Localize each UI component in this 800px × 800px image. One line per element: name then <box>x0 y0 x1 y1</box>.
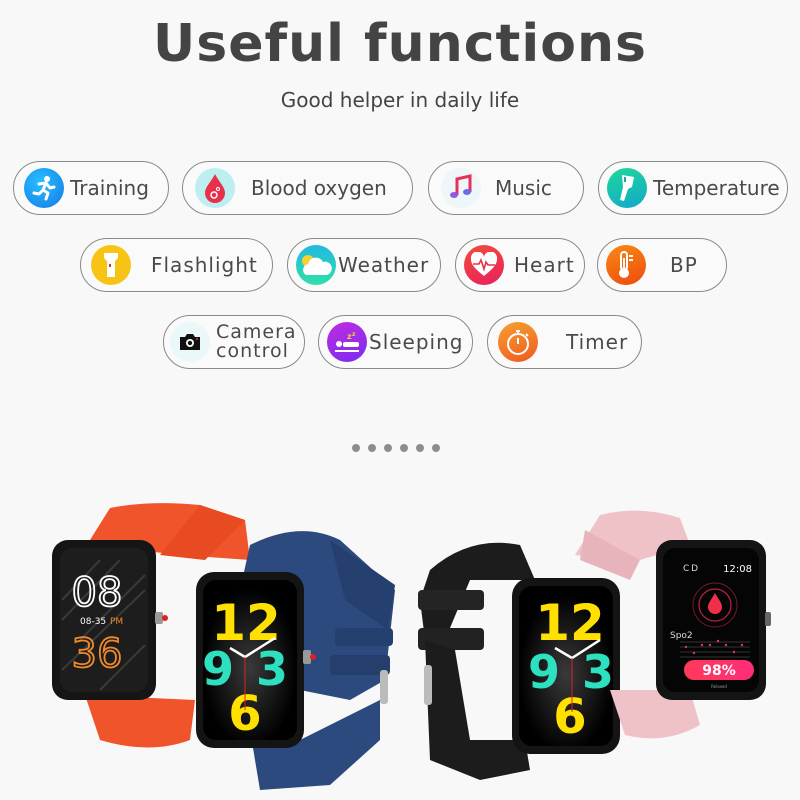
feature-flashlight: Flashlight <box>80 238 273 292</box>
feature-label: Sleeping <box>369 330 464 354</box>
carousel-dot[interactable] <box>400 444 408 452</box>
smartwatches-product-image: 08 08-35 PM 36 12 9 3 6 12 9 3 6 C D 12:… <box>52 503 771 790</box>
sleep-icon: zz <box>327 322 367 362</box>
page-subtitle: Good helper in daily life <box>280 88 520 112</box>
feature-label: Temperature <box>653 176 780 200</box>
feature-label-line2: control <box>216 340 289 362</box>
orange-watch-date: 08-35 <box>80 617 106 627</box>
running-person-icon <box>24 168 64 208</box>
blood-drop-icon <box>195 168 235 208</box>
pink-watch-time: 12:08 <box>723 564 752 575</box>
feature-heart: Heart <box>455 238 585 292</box>
flashlight-icon <box>91 245 131 285</box>
feature-label: BP <box>670 253 698 277</box>
pink-watch-value: 98% <box>702 663 736 679</box>
feature-temperature: Temperature <box>598 161 788 215</box>
thermometer-gun-icon <box>607 168 647 208</box>
orange-watch-hour: 08 <box>72 570 123 616</box>
feature-music: Music <box>428 161 584 215</box>
feature-label: Weather <box>338 253 430 277</box>
blue-band-buckle <box>380 670 388 704</box>
stopwatch-icon <box>498 322 538 362</box>
page-title: Useful functions <box>153 14 647 74</box>
cloud-sun-icon <box>296 245 336 285</box>
black-band-buckle <box>424 665 432 705</box>
black-dial-3: 3 <box>582 645 614 699</box>
feature-label: Blood oxygen <box>251 176 387 200</box>
orange-watch-ampm: PM <box>110 617 123 627</box>
blue-watch: 12 9 3 6 <box>196 531 395 790</box>
black-watch: 12 9 3 6 <box>418 542 620 780</box>
feature-label: Music <box>495 176 552 200</box>
carousel-indicator[interactable] <box>352 444 440 452</box>
feature-timer: Timer <box>487 315 642 369</box>
feature-label: Training <box>70 176 149 200</box>
svg-text:z: z <box>352 331 356 338</box>
carousel-dot[interactable] <box>384 444 392 452</box>
blue-watch-crown <box>303 650 311 664</box>
heart-rate-icon <box>464 245 504 285</box>
thermometer-icon <box>606 245 646 285</box>
orange-watch-crown <box>155 612 163 624</box>
music-note-icon <box>441 168 481 208</box>
pink-watch-status: Relaxed <box>711 684 727 689</box>
feature-sleeping: zz Sleeping <box>318 315 473 369</box>
pink-watch-crown <box>765 612 771 626</box>
feature-bp: BP <box>597 238 727 292</box>
feature-label: Heart <box>514 253 575 277</box>
feature-training: Training <box>13 161 169 215</box>
feature-label: Flashlight <box>151 253 258 277</box>
feature-label: Timer <box>566 330 629 354</box>
black-dial-6: 6 <box>553 689 586 745</box>
orange-watch-minute: 36 <box>72 631 123 677</box>
carousel-dot[interactable] <box>368 444 376 452</box>
carousel-dot[interactable] <box>352 444 360 452</box>
feature-camera-control: Camera control <box>163 315 305 369</box>
pink-watch-metric-label: Spo2 <box>670 631 693 641</box>
carousel-dot[interactable] <box>432 444 440 452</box>
orange-band-bottom <box>85 695 195 748</box>
pink-watch-link-icon: C D <box>683 564 698 574</box>
carousel-dot[interactable] <box>416 444 424 452</box>
feature-weather: Weather <box>287 238 441 292</box>
camera-icon <box>170 322 210 362</box>
feature-blood-oxygen: Blood oxygen <box>182 161 413 215</box>
